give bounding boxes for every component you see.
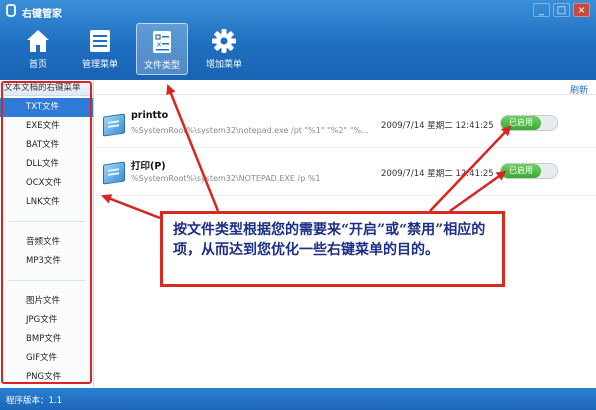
enable-toggle[interactable]: 已启用	[500, 115, 558, 131]
home-icon	[27, 30, 49, 52]
tutorial-callout: 按文件类型根据您的需要来“开启”或“禁用”相应的项，从而达到您优化一些右键菜单的…	[160, 211, 505, 287]
toolbar-add-menu-button[interactable]: 增加菜单	[198, 23, 250, 75]
toolbar-home-button[interactable]: 首页	[12, 23, 64, 75]
menu-list-icon	[90, 30, 110, 52]
status-bar: 程序版本：1.1	[0, 388, 596, 410]
minimize-button[interactable]: _	[533, 3, 550, 17]
maximize-button[interactable]: □	[553, 3, 570, 17]
sidebar-highlight-frame	[1, 81, 92, 384]
app-logo-icon	[6, 4, 16, 17]
menu-item-name: 打印(P)	[131, 161, 166, 172]
main-toolbar: 首页 管理菜单 ✕ 文件类型 增加菜单	[12, 23, 250, 75]
file-type-icon: ✕	[153, 31, 171, 53]
notepad-icon	[103, 113, 125, 137]
top-bar: 右键管家 _ □ × 首页 管理菜单 ✕ 文件类型 增加菜单	[0, 0, 596, 80]
list-item[interactable]: printto %SystemRoot%\system32\notepad.ex…	[95, 100, 596, 148]
window-controls: _ □ ×	[533, 3, 590, 17]
toolbar-file-type-label: 文件类型	[143, 61, 180, 71]
notepad-icon	[103, 161, 125, 185]
menu-item-command: %SystemRoot%\system32\notepad.exe /pt "%…	[131, 126, 369, 135]
app-title: 右键管家	[22, 9, 62, 20]
menu-item-name: printto	[131, 110, 169, 121]
title-bar: 右键管家 _ □ ×	[0, 0, 596, 22]
enable-toggle[interactable]: 已启用	[500, 163, 558, 179]
toolbar-manage-menu-label: 管理菜单	[81, 60, 118, 70]
list-header-divider	[95, 94, 596, 95]
toolbar-add-menu-label: 增加菜单	[205, 60, 242, 70]
toggle-status-label: 已启用	[501, 164, 541, 178]
toggle-status-label: 已启用	[501, 116, 541, 130]
callout-text: 按文件类型根据您的需要来“开启”或“禁用”相应的项，从而达到您优化一些右键菜单的…	[173, 222, 486, 258]
menu-item-command: %SystemRoot%\system32\NOTEPAD.EXE /p %1	[131, 174, 321, 183]
svg-text:✕: ✕	[156, 41, 162, 49]
toolbar-file-type-button[interactable]: ✕ 文件类型	[136, 23, 188, 75]
program-version: 程序版本：1.1	[6, 396, 63, 406]
list-item[interactable]: 打印(P) %SystemRoot%\system32\NOTEPAD.EXE …	[95, 148, 596, 196]
toolbar-manage-menu-button[interactable]: 管理菜单	[74, 23, 126, 75]
toolbar-home-label: 首页	[28, 60, 47, 70]
menu-item-date: 2009/7/14 星期二 12:41:25	[381, 169, 494, 179]
close-button[interactable]: ×	[573, 3, 590, 17]
menu-item-date: 2009/7/14 星期二 12:41:25	[381, 121, 494, 131]
gear-icon	[212, 29, 236, 53]
